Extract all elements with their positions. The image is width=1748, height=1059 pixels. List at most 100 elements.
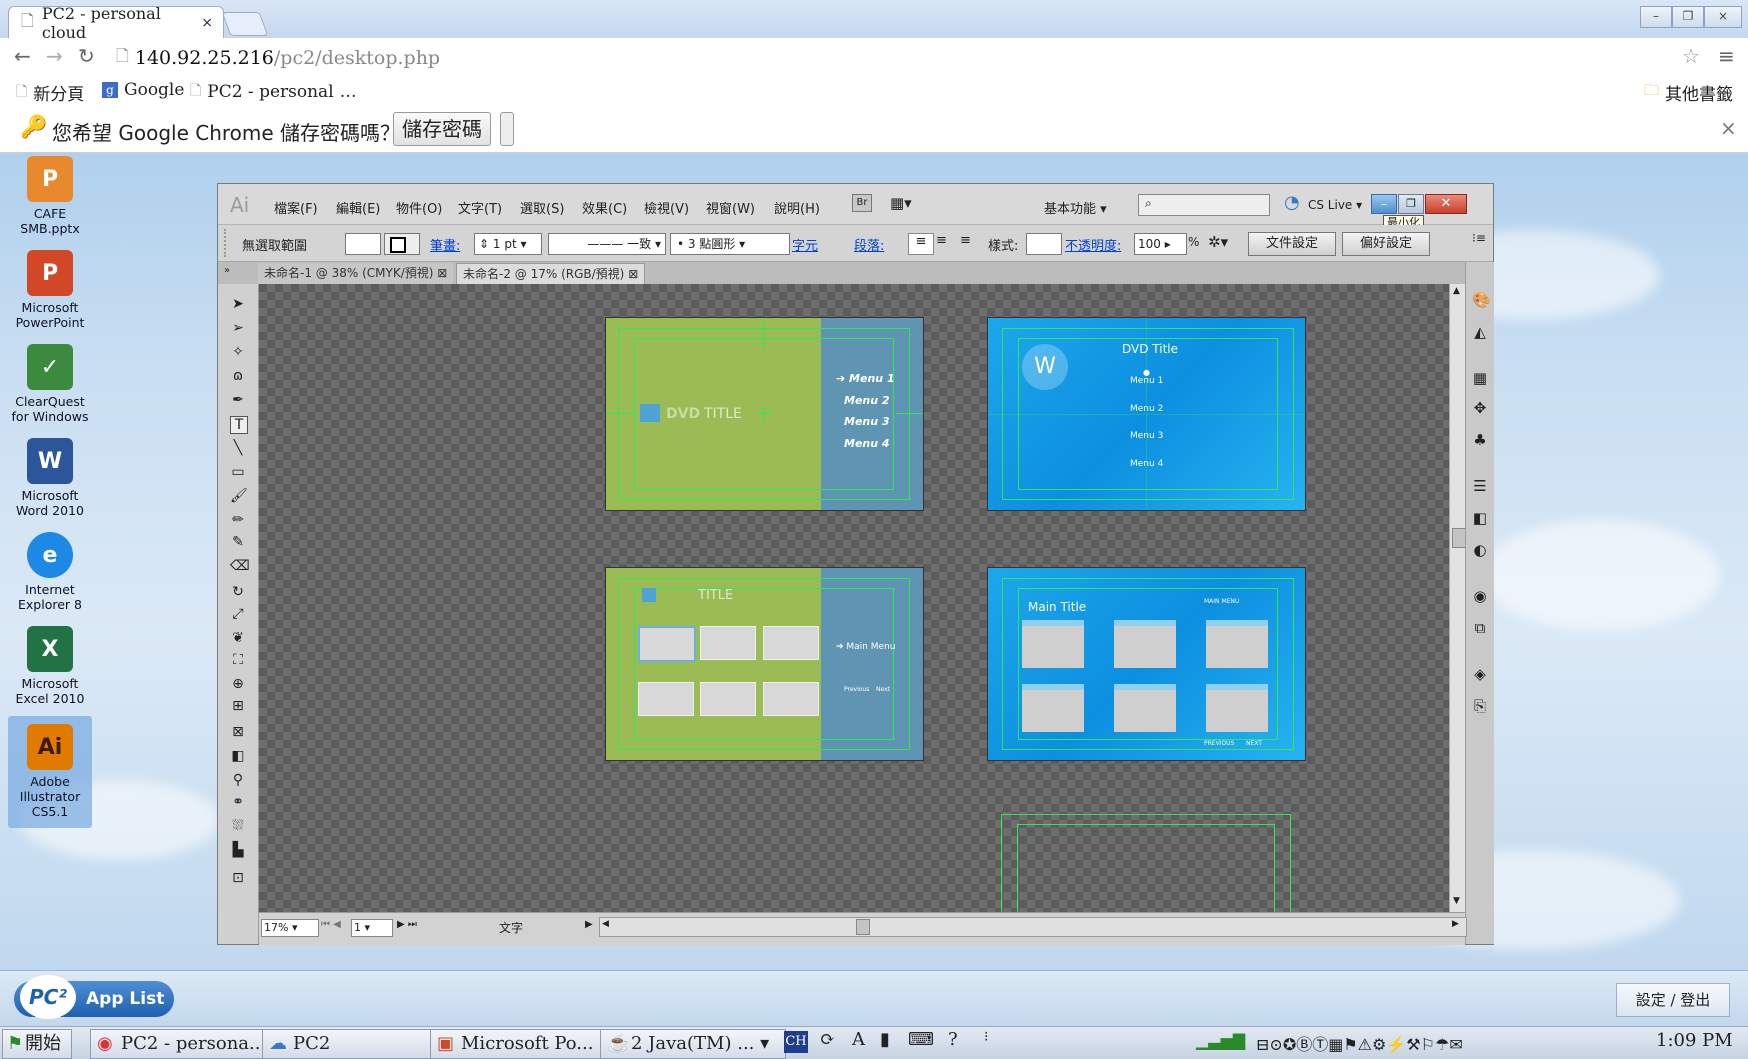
- eraser-tool-icon[interactable]: ⌫: [230, 558, 250, 574]
- free-transform-tool-icon[interactable]: ⛶: [230, 652, 246, 668]
- symbol-sprayer-tool-icon[interactable]: ⛆: [230, 818, 246, 834]
- stroke-weight-field[interactable]: ⇕ 1 pt ▾: [474, 233, 542, 255]
- artboards-panel-icon[interactable]: ⎘: [1472, 698, 1488, 714]
- panel-menu-icon[interactable]: ⁝≡: [1472, 231, 1486, 245]
- stroke-color-swatch[interactable]: [384, 233, 420, 255]
- line-tool-icon[interactable]: ╲: [230, 440, 246, 456]
- menu-edit[interactable]: 編輯(E): [336, 198, 380, 217]
- fill-color-swatch[interactable]: [345, 233, 381, 255]
- ime-keyboard-icon[interactable]: ⌨: [908, 1029, 934, 1050]
- scroll-thumb[interactable]: [1452, 528, 1466, 548]
- menu-file[interactable]: 檔案(F): [274, 198, 318, 217]
- desktop-icon-clearquest[interactable]: ✓ ClearQuest for Windows: [8, 344, 92, 424]
- app-list-button[interactable]: PC² App List: [14, 975, 174, 1019]
- rectangle-tool-icon[interactable]: ▭: [230, 464, 246, 480]
- collapse-icon[interactable]: »: [224, 265, 230, 276]
- blob-brush-tool-icon[interactable]: ✎: [230, 534, 246, 550]
- brushes-panel-icon[interactable]: ✥: [1472, 400, 1488, 416]
- blend-tool-icon[interactable]: ⚭: [230, 794, 246, 810]
- swatches-panel-icon[interactable]: ▦: [1472, 370, 1488, 386]
- transparency-panel-icon[interactable]: ◐: [1472, 542, 1488, 558]
- taskbar-java[interactable]: ☕ 2 Java(TM) ... ▾: [600, 1029, 786, 1059]
- align-right-icon[interactable]: ≡: [960, 233, 971, 248]
- scroll-up-icon[interactable]: ▲: [1453, 286, 1460, 296]
- browser-tab[interactable]: 🗋 PC2 - personal cloud ×: [8, 4, 224, 42]
- reload-icon[interactable]: ↻: [78, 44, 95, 68]
- color-guide-panel-icon[interactable]: ◭: [1472, 324, 1488, 340]
- preferences-button[interactable]: 偏好設定: [1342, 232, 1430, 256]
- help-icon[interactable]: ?: [948, 1029, 958, 1050]
- close-window-button[interactable]: ×: [1704, 6, 1742, 28]
- artboard-tool-icon[interactable]: ⊡: [230, 870, 246, 886]
- gradient-tool-icon[interactable]: ◧: [230, 748, 246, 764]
- opacity-link[interactable]: 不透明度:: [1065, 235, 1121, 254]
- pencil-tool-icon[interactable]: ✏: [230, 512, 246, 528]
- gradient-panel-icon[interactable]: ◧: [1472, 510, 1488, 526]
- menu-help[interactable]: 說明(H): [774, 198, 820, 217]
- start-button[interactable]: ⚑ 開始: [2, 1029, 72, 1059]
- magic-wand-tool-icon[interactable]: ✧: [230, 344, 246, 360]
- tray-icons[interactable]: ⊟⊙✪ⒷⓉ▦⚑⚠⚙⚡⚒⚐☂✉: [1256, 1031, 1463, 1055]
- graph-tool-icon[interactable]: ▙: [230, 842, 246, 858]
- zoom-field[interactable]: 17% ▾: [261, 919, 319, 937]
- appearance-panel-icon[interactable]: ◉: [1472, 588, 1488, 604]
- menu-object[interactable]: 物件(O): [396, 198, 442, 217]
- color-panel-icon[interactable]: 🎨: [1472, 292, 1491, 308]
- paintbrush-tool-icon[interactable]: 🖌: [230, 488, 248, 504]
- desktop-icon-illustrator[interactable]: Ai Adobe Illustrator CS5.1: [8, 716, 92, 828]
- tray-expand-icon[interactable]: ⁝: [984, 1029, 988, 1045]
- bridge-button[interactable]: Br: [852, 194, 872, 212]
- rotate-tool-icon[interactable]: ↻: [230, 584, 246, 600]
- taskbar-chrome[interactable]: ◉ PC2 - persona...: [90, 1029, 278, 1059]
- taskbar-pc2[interactable]: ☁ PC2: [262, 1029, 434, 1059]
- next-artboard-icon[interactable]: ▶ ⏭: [397, 919, 417, 930]
- desktop-icon-ie[interactable]: e Internet Explorer 8: [8, 532, 92, 612]
- type-tool-icon[interactable]: T: [230, 416, 248, 434]
- scroll-down-icon[interactable]: ▼: [1453, 896, 1460, 906]
- scroll-right-icon[interactable]: ▶: [1452, 919, 1459, 929]
- graphic-style-swatch[interactable]: [1026, 233, 1062, 255]
- star-icon[interactable]: ☆: [1682, 44, 1700, 68]
- first-artboard-icon[interactable]: ⏮ ◀: [321, 919, 341, 930]
- workspace-switcher[interactable]: 基本功能 ▾: [1044, 198, 1107, 217]
- graphic-styles-panel-icon[interactable]: ⧉: [1472, 620, 1488, 636]
- tab-close-icon[interactable]: ⊠: [628, 267, 638, 281]
- eyedropper-tool-icon[interactable]: ⚲: [230, 772, 246, 788]
- restore-button[interactable]: ❐: [1672, 6, 1704, 28]
- address-bar[interactable]: 🗋 140.92.25.216 /pc2/desktop.php: [116, 44, 1682, 72]
- menu-window[interactable]: 視窗(W): [706, 198, 755, 217]
- ime-mode-icon[interactable]: ⟳: [820, 1029, 835, 1050]
- align-left-icon[interactable]: ≡: [908, 233, 934, 255]
- stroke-style-dropdown[interactable]: ——— 一致 ▾: [548, 233, 666, 255]
- menu-icon[interactable]: ≡: [1718, 44, 1735, 68]
- arrange-documents-icon[interactable]: ▦▾: [890, 194, 912, 212]
- tab-close-icon[interactable]: ⊠: [437, 266, 447, 280]
- lasso-tool-icon[interactable]: ɷ: [230, 368, 246, 384]
- artboard-blue-chapters[interactable]: Main Title MAIN MENU PREVIOUS NEXT: [987, 567, 1306, 761]
- close-infobar-icon[interactable]: ×: [1720, 116, 1737, 140]
- menu-effect[interactable]: 效果(C): [582, 198, 627, 217]
- menu-type[interactable]: 文字(T): [458, 198, 502, 217]
- paragraph-link[interactable]: 段落:: [854, 235, 884, 254]
- mesh-tool-icon[interactable]: ⊠: [230, 724, 246, 740]
- ai-close-button[interactable]: ✕: [1425, 194, 1467, 214]
- ime-char-icon[interactable]: A: [852, 1029, 865, 1050]
- align-center-icon[interactable]: ≡: [936, 233, 947, 248]
- document-setup-button[interactable]: 文件設定: [1248, 232, 1336, 256]
- bookmark-google[interactable]: g Google: [102, 80, 184, 100]
- stroke-panel-icon[interactable]: ☰: [1472, 478, 1488, 494]
- scroll-left-icon[interactable]: ◀: [602, 919, 609, 929]
- forward-icon[interactable]: →: [46, 44, 63, 68]
- ai-minimize-button[interactable]: –: [1371, 194, 1397, 214]
- artboard-green-menu[interactable]: DVD TITLE ➔ Menu 1 Menu 2 Menu 3 Menu 4: [605, 317, 924, 511]
- brush-dropdown[interactable]: • 3 點圓形 ▾: [670, 233, 790, 255]
- save-password-button[interactable]: 儲存密碼: [393, 112, 491, 146]
- shape-builder-tool-icon[interactable]: ⊕: [230, 676, 246, 692]
- selection-tool-icon[interactable]: ➤: [230, 296, 246, 312]
- ime-indicator[interactable]: CH: [784, 1031, 808, 1053]
- artboard-number-field[interactable]: 1 ▾: [351, 919, 393, 937]
- horizontal-scrollbar[interactable]: ◀ ▶: [599, 917, 1467, 937]
- pen-tool-icon[interactable]: ✒: [230, 392, 246, 408]
- minimize-button[interactable]: –: [1640, 6, 1672, 28]
- new-tab-button[interactable]: [221, 12, 269, 36]
